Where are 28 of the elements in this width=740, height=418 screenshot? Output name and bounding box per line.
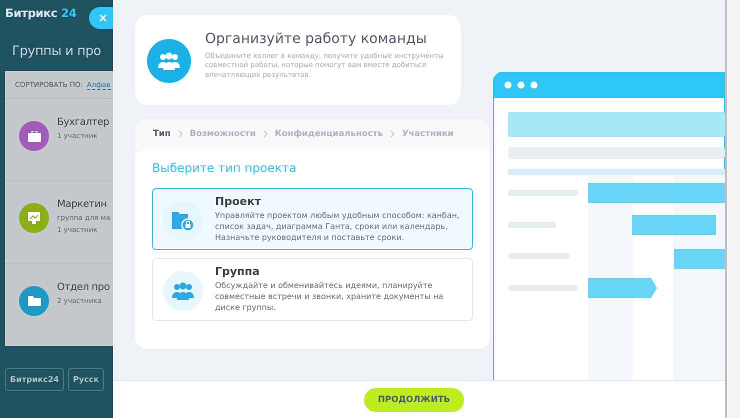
logo: Битрикс 24 [5,5,76,20]
group-name[interactable]: Отдел про [57,282,110,293]
close-icon [99,14,107,22]
option-description: Обсуждайте и обменивайтесь идеями, планируйте совместные встречи и звонки, храните документы на диске группы. [215,281,444,314]
chevron-icon [262,130,268,138]
section-heading: Выберите тип проекта [152,161,298,175]
scrollbar[interactable] [725,0,740,418]
people-icon [157,52,181,70]
chevron-icon [178,130,183,138]
step-tab[interactable]: Тип [153,129,171,139]
page-title: Группы и про [12,44,101,59]
folder-lock-icon [172,211,194,231]
chevron-icon [390,130,395,138]
option-description: Управляйте проектом любым удобным способом: канбан, список задач, диаграмма Ганта, сроки или календарь. Назначьте руководителя и поставьте сроки. [215,211,461,244]
option-title: Проект [215,195,262,208]
group-name[interactable]: Бухгалтер [57,117,110,128]
footer-button[interactable]: Русск [68,368,104,391]
continue-button[interactable]: ПРОДОЛЖИТЬ [364,388,464,412]
briefcase-icon [28,130,40,142]
footer-button[interactable]: Битрикс24 [5,368,64,391]
type-option[interactable]: Проект Управляйте проектом любым удобным способом: канбан, список задач, диаграмма Ганта, сроки или календарь. Назначьте руководителя и поставьте сроки. [152,188,473,250]
people-icon [171,282,195,300]
group-name[interactable]: Маркетин [57,199,107,210]
option-title: Группа [215,265,261,278]
chart-icon [28,212,40,224]
type-option[interactable]: Группа Обсуждайте и обменивайтесь идеями, планируйте совместные встречи и звонки, храните документы на диске группы. [152,258,473,321]
intro-title: Организуйте работу команды [205,31,428,47]
folder-icon [28,295,40,306]
